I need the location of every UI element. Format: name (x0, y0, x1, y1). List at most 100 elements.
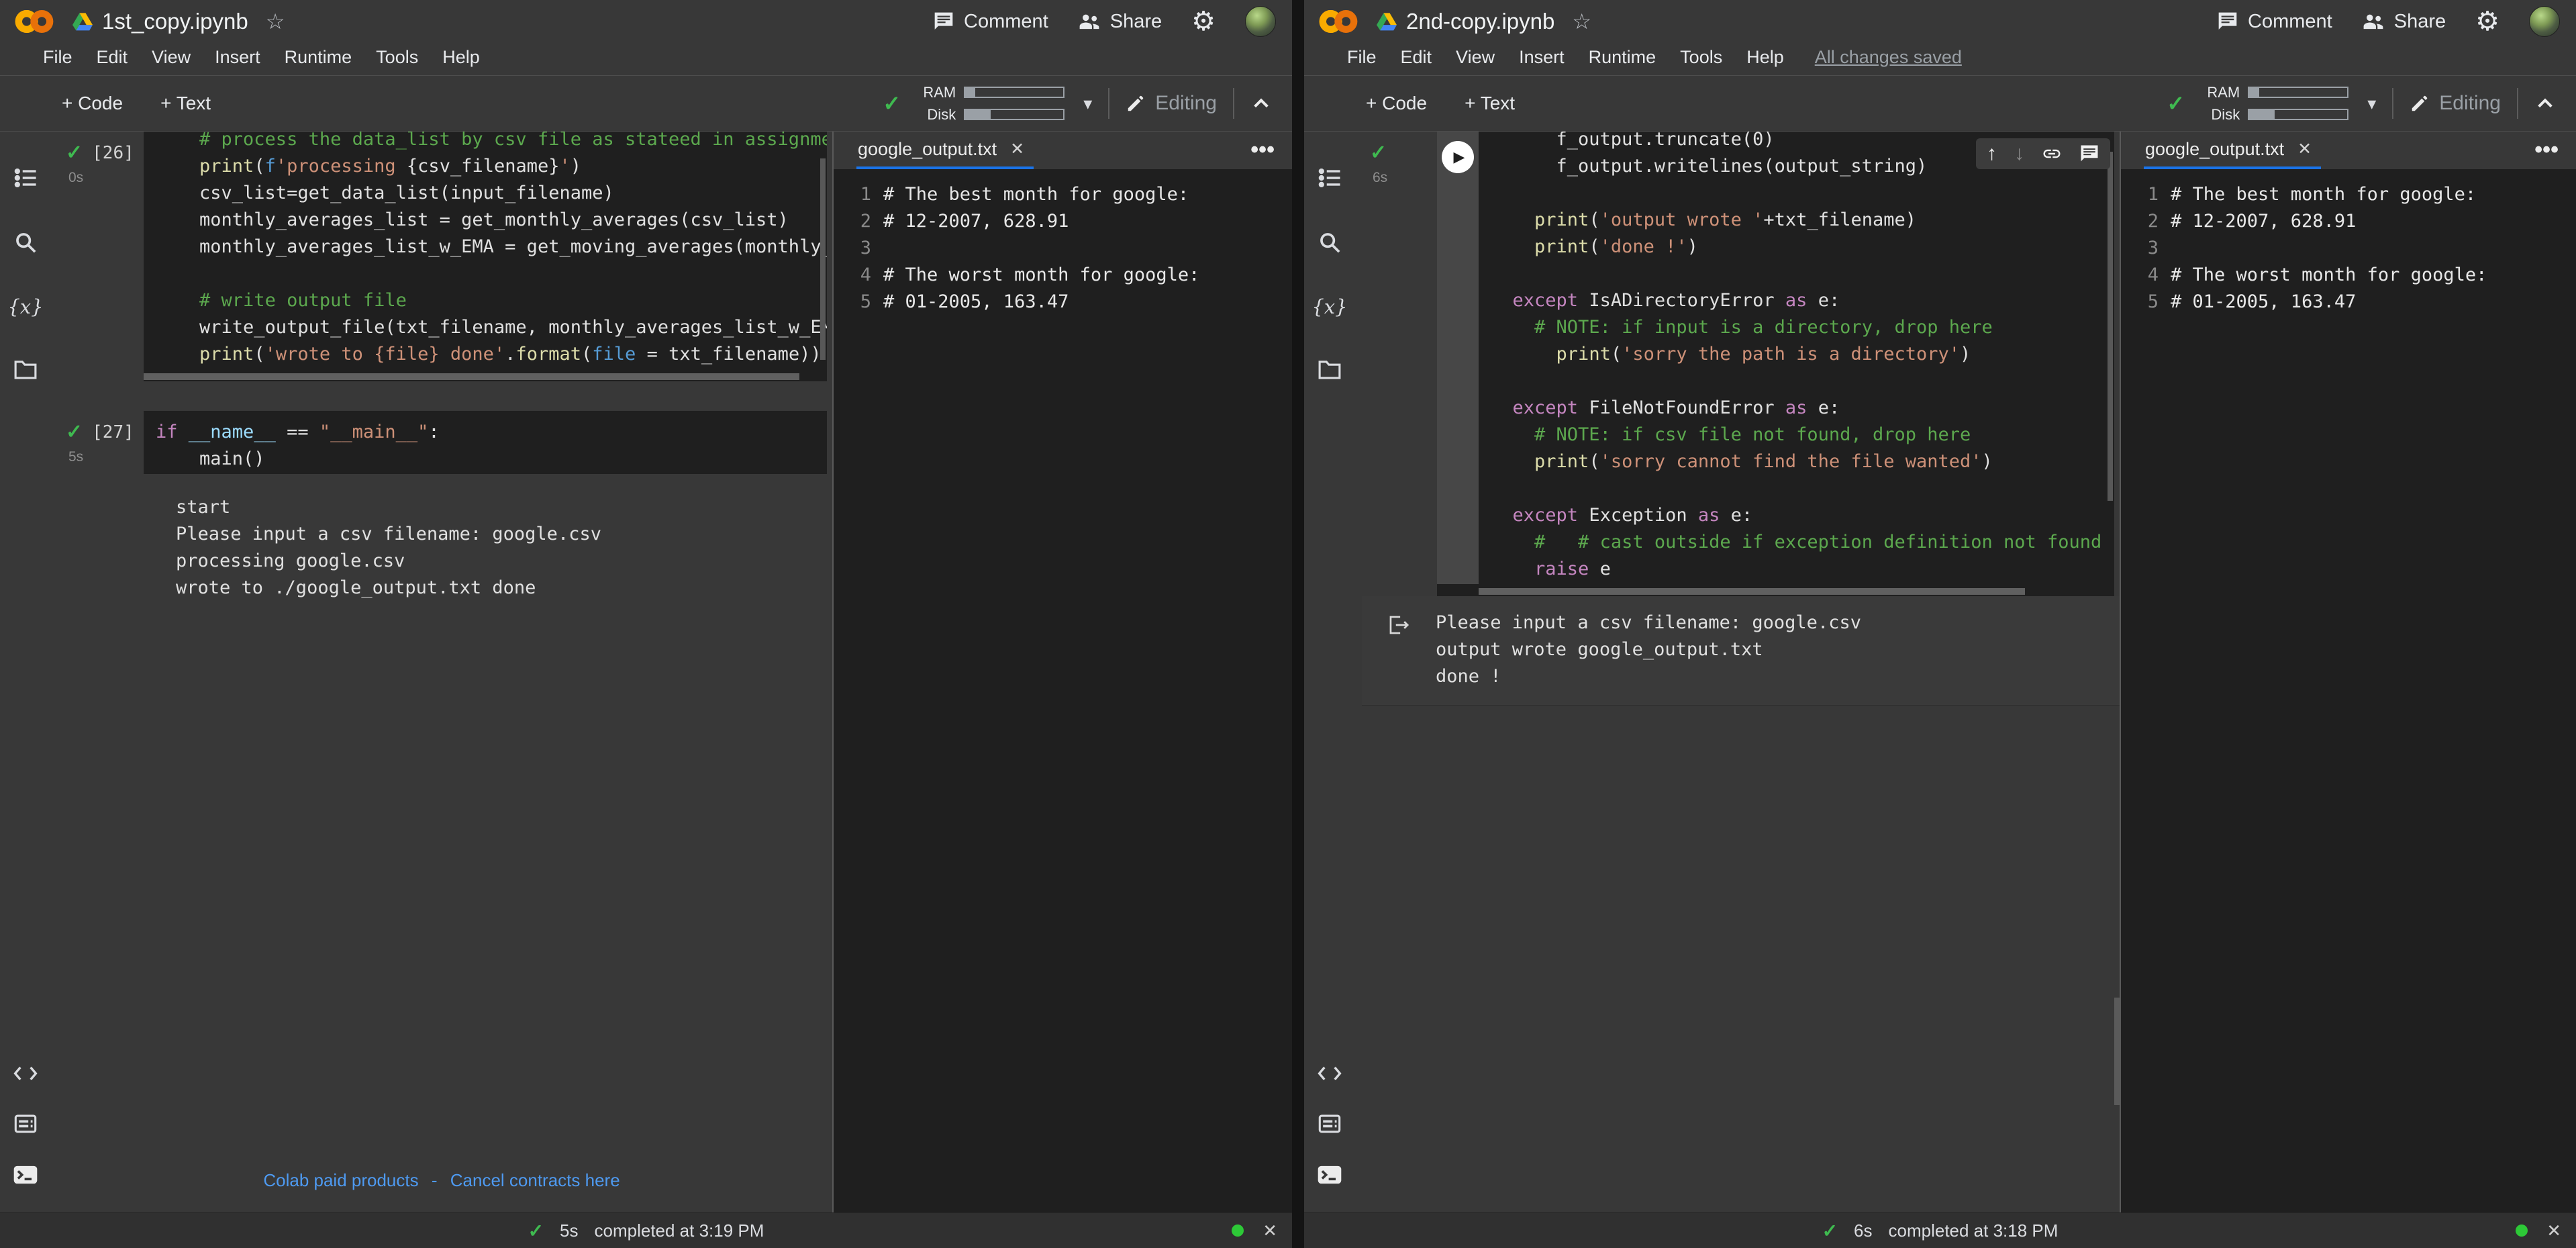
table-of-contents-icon[interactable] (1318, 166, 1341, 189)
editing-mode-button[interactable]: Editing (1126, 92, 1217, 115)
comment-button[interactable]: Comment (933, 11, 1048, 33)
menu-file[interactable]: File (43, 47, 72, 68)
code-line[interactable] (1491, 475, 2114, 502)
code-line[interactable]: monthly_averages_list = get_monthly_aver… (156, 207, 827, 234)
close-tab-icon[interactable]: ✕ (2297, 139, 2312, 159)
code-line[interactable]: write_output_file(txt_filename, monthly_… (156, 314, 827, 341)
link-to-cell-icon[interactable] (2042, 144, 2062, 164)
move-cell-down-icon[interactable]: ↓ (2014, 144, 2024, 164)
code-line[interactable] (156, 260, 827, 287)
add-code-button[interactable]: + Code (1366, 93, 1427, 114)
settings-gear-icon[interactable]: ⚙ (2475, 8, 2499, 35)
add-code-button[interactable]: + Code (62, 93, 123, 114)
comment-button[interactable]: Comment (2217, 11, 2332, 33)
collapse-header-button[interactable] (1250, 93, 1272, 114)
code-line[interactable]: except IsADirectoryError as e: (1491, 287, 2114, 314)
menu-tools[interactable]: Tools (376, 47, 418, 68)
resources-dropdown-icon[interactable]: ▾ (1083, 93, 1092, 114)
code-line[interactable]: print('sorry cannot find the file wanted… (1491, 448, 2114, 475)
code-line[interactable]: csv_list=get_data_list(input_filename) (156, 180, 827, 207)
cell-vertical-scrollbar[interactable] (2108, 152, 2113, 501)
editing-mode-button[interactable]: Editing (2410, 92, 2501, 115)
ram-disk-meter[interactable]: RAM Disk (2201, 84, 2348, 124)
code-line[interactable]: # NOTE: if input is a directory, drop he… (1491, 314, 2114, 341)
menu-edit[interactable]: Edit (97, 47, 128, 68)
search-icon[interactable] (1318, 231, 1341, 254)
code-line[interactable] (1491, 180, 2114, 207)
code-line[interactable]: except FileNotFoundError as e: (1491, 395, 2114, 422)
add-comment-icon[interactable] (2079, 144, 2099, 164)
file-tab[interactable]: google_output.txt ✕ (2144, 132, 2321, 169)
menu-help[interactable]: Help (1746, 47, 1784, 68)
menu-help[interactable]: Help (442, 47, 480, 68)
paid-products-link[interactable]: Colab paid products (263, 1170, 418, 1190)
code-line[interactable]: print('done !') (1491, 234, 2114, 260)
code-line[interactable]: # process the data_list by csv file as s… (156, 132, 827, 153)
code-editor[interactable]: ▶ f_output.truncate(0) f_output.writelin… (1437, 132, 2114, 596)
share-button[interactable]: Share (1078, 11, 1162, 33)
avatar[interactable] (2529, 6, 2560, 37)
code-editor[interactable]: # process the data_list by csv file as s… (144, 132, 827, 381)
run-cell-button[interactable]: ▶ (1442, 141, 1474, 173)
menu-edit[interactable]: Edit (1401, 47, 1432, 68)
close-tab-icon[interactable]: ✕ (1010, 139, 1024, 159)
command-palette-icon[interactable] (1318, 1114, 1341, 1133)
star-icon[interactable]: ☆ (266, 9, 285, 34)
code-line[interactable]: except Exception as e: (1491, 502, 2114, 529)
terminal-icon[interactable] (13, 1165, 38, 1184)
notebook-title[interactable]: 2nd-copy.ipynb (1406, 9, 1554, 34)
table-of-contents-icon[interactable] (14, 166, 37, 189)
code-snippets-icon[interactable] (1318, 1065, 1342, 1082)
move-cell-up-icon[interactable]: ↑ (1987, 144, 1997, 164)
search-icon[interactable] (14, 231, 37, 254)
colab-logo-icon[interactable] (1316, 7, 1360, 36)
code-line[interactable] (1491, 260, 2114, 287)
notebook-title[interactable]: 1st_copy.ipynb (102, 9, 248, 34)
settings-gear-icon[interactable]: ⚙ (1191, 8, 1216, 35)
menu-view[interactable]: View (152, 47, 191, 68)
add-text-button[interactable]: + Text (1465, 93, 1515, 114)
files-folder-icon[interactable] (14, 360, 37, 380)
code-line[interactable]: # # cast outside if exception definition… (1491, 529, 2114, 556)
menu-insert[interactable]: Insert (1519, 47, 1565, 68)
notebook-scroll-area[interactable]: ✓ 6s ▶ f_output.truncate(0) f_output.wri… (1355, 132, 2120, 1212)
code-line[interactable]: main() (156, 446, 827, 473)
code-line[interactable]: print('wrote to {file} done'.format(file… (156, 341, 827, 368)
code-line[interactable]: # write output file (156, 287, 827, 314)
menu-runtime[interactable]: Runtime (1589, 47, 1656, 68)
execution-count[interactable]: [27] (92, 422, 134, 442)
menu-file[interactable]: File (1347, 47, 1377, 68)
code-line[interactable]: print('sorry the path is a directory') (1491, 341, 2114, 368)
terminal-icon[interactable] (1318, 1165, 1342, 1184)
menu-insert[interactable]: Insert (215, 47, 260, 68)
code-snippets-icon[interactable] (13, 1065, 38, 1082)
command-palette-icon[interactable] (14, 1114, 37, 1133)
code-line[interactable]: # NOTE: if csv file not found, drop here (1491, 422, 2114, 448)
files-folder-icon[interactable] (1318, 360, 1341, 380)
code-line[interactable]: if __name__ == "__main__": (156, 419, 827, 446)
add-text-button[interactable]: + Text (160, 93, 211, 114)
menu-tools[interactable]: Tools (1680, 47, 1722, 68)
code-line[interactable]: raise e (1491, 556, 2114, 583)
cancel-contracts-link[interactable]: Cancel contracts here (450, 1170, 620, 1190)
colab-logo-icon[interactable] (12, 7, 56, 36)
execution-count[interactable]: [26] (92, 143, 134, 163)
more-options-icon[interactable]: ••• (1250, 146, 1275, 155)
code-line[interactable]: print('output wrote '+txt_filename) (1491, 207, 2114, 234)
code-line[interactable]: monthly_averages_list_w_EMA = get_moving… (156, 234, 827, 260)
file-tab[interactable]: google_output.txt ✕ (856, 132, 1034, 169)
variables-icon[interactable]: {x} (7, 295, 43, 318)
ram-disk-meter[interactable]: RAM Disk (917, 84, 1064, 124)
notebook-vertical-scrollbar[interactable] (2114, 998, 2120, 1105)
more-options-icon[interactable]: ••• (2534, 146, 2559, 155)
resources-dropdown-icon[interactable]: ▾ (2367, 93, 2376, 114)
code-line[interactable]: print(f'processing {csv_filename}') (156, 153, 827, 180)
menu-view[interactable]: View (1456, 47, 1495, 68)
cell-vertical-scrollbar[interactable] (820, 158, 826, 360)
notebook-scroll-area[interactable]: ✓ [26] 0s # process the data_list by csv… (51, 132, 832, 1212)
menu-runtime[interactable]: Runtime (285, 47, 352, 68)
code-editor[interactable]: if __name__ == "__main__": main() (144, 411, 827, 474)
cell-horizontal-scrollbar[interactable] (1479, 587, 2114, 596)
star-icon[interactable]: ☆ (1572, 9, 1591, 34)
collapse-header-button[interactable] (2534, 93, 2556, 114)
